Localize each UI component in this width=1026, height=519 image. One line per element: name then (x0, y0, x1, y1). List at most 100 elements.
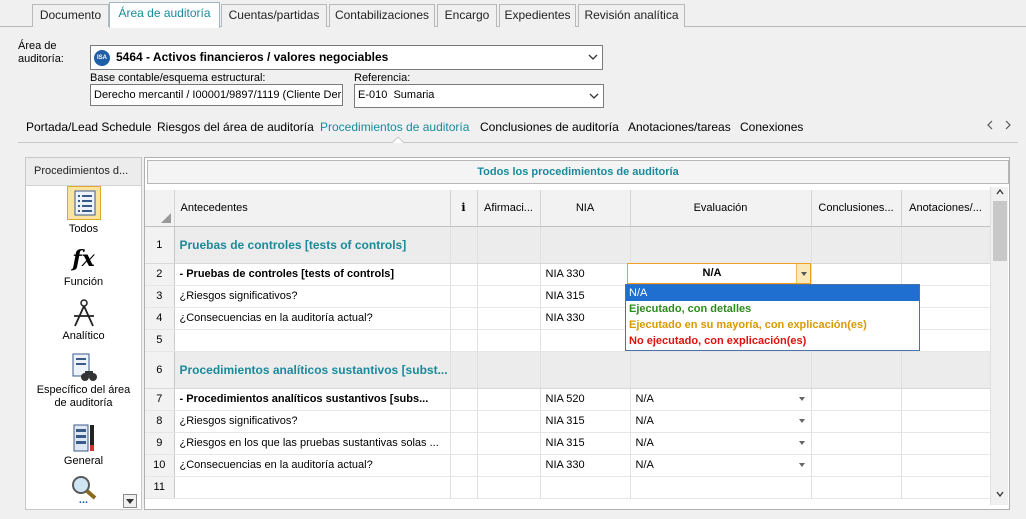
afirmacion-cell[interactable] (477, 351, 541, 389)
sidebar-item-todos[interactable]: Todos (26, 186, 141, 235)
antecedentes-cell[interactable]: - Procedimientos analíticos sustantivos … (174, 388, 451, 411)
col-nia[interactable]: NIA (540, 190, 631, 227)
afirmacion-cell[interactable] (477, 476, 541, 499)
evaluacion-cell[interactable]: N/A (630, 388, 812, 411)
evaluation-dropdown-button[interactable] (796, 264, 810, 283)
antecedentes-cell[interactable]: ¿Consecuencias en la auditoría actual? (174, 307, 451, 330)
conclusiones-cell[interactable] (811, 388, 902, 411)
chevron-down-icon[interactable] (798, 418, 805, 423)
nia-cell[interactable]: NIA 315 (540, 285, 631, 308)
info-cell[interactable] (450, 388, 478, 411)
info-cell[interactable] (450, 410, 478, 433)
chevron-down-icon[interactable] (798, 440, 805, 445)
subtab-anotaciones[interactable]: Anotaciones/tareas (628, 120, 731, 134)
conclusiones-cell[interactable] (811, 476, 902, 499)
col-conclusiones[interactable]: Conclusiones... (811, 190, 902, 227)
antecedentes-cell[interactable]: ¿Riesgos significativos? (174, 285, 451, 308)
tab-revision-analitica[interactable]: Revisión analítica (578, 4, 685, 27)
dropdown-option[interactable]: N/A (626, 285, 919, 301)
dropdown-option[interactable]: Ejecutado, con detalles (626, 301, 919, 317)
anotaciones-cell[interactable] (901, 226, 991, 264)
info-cell[interactable] (450, 476, 478, 499)
nia-cell[interactable]: NIA 520 (540, 388, 631, 411)
scroll-right-icon[interactable] (1004, 120, 1012, 130)
antecedentes-cell[interactable]: Pruebas de controles [tests of controls] (174, 226, 451, 264)
afirmacion-cell[interactable] (477, 410, 541, 433)
evaluacion-cell[interactable] (630, 351, 812, 389)
antecedentes-cell[interactable]: ¿Riesgos en los que las pruebas sustanti… (174, 432, 451, 455)
chevron-down-icon[interactable] (798, 462, 805, 467)
afirmacion-cell[interactable] (477, 263, 541, 286)
anotaciones-cell[interactable] (901, 410, 991, 433)
chevron-down-icon[interactable] (798, 396, 805, 401)
dropdown-option[interactable]: Ejecutado en su mayoría, con explicación… (626, 317, 919, 333)
sidebar-expand-button[interactable] (123, 494, 137, 508)
sidebar-item-funcion[interactable]: fx Función (26, 244, 141, 288)
chevron-up-icon[interactable] (996, 189, 1004, 195)
tab-expedientes[interactable]: Expedientes (499, 4, 576, 27)
anotaciones-cell[interactable] (901, 476, 991, 499)
subtab-portada[interactable]: Portada/Lead Schedule (26, 120, 151, 134)
evaluacion-cell[interactable]: N/A (630, 454, 812, 477)
evaluacion-cell[interactable]: N/A (630, 410, 812, 433)
nia-cell[interactable]: NIA 330 (540, 307, 631, 330)
nia-cell[interactable]: NIA 315 (540, 410, 631, 433)
nia-cell[interactable] (540, 476, 631, 499)
nia-cell[interactable]: NIA 330 (540, 454, 631, 477)
chevron-down-icon[interactable] (996, 491, 1004, 497)
conclusiones-cell[interactable] (811, 263, 902, 286)
sidebar-item-analitico[interactable]: Analítico (26, 298, 141, 342)
antecedentes-cell[interactable] (174, 329, 451, 352)
nia-cell[interactable]: NIA 315 (540, 432, 631, 455)
info-icon[interactable]: i (450, 190, 478, 227)
subtab-riesgos[interactable]: Riesgos del área de auditoría (157, 120, 314, 134)
antecedentes-cell[interactable]: Procedimientos analíticos sustantivos [s… (174, 351, 451, 389)
sidebar-item-especifico[interactable]: Específico del área de auditoría (26, 353, 141, 410)
evaluacion-cell[interactable] (630, 476, 812, 499)
base-field[interactable]: Derecho mercantil / I00001/9897/1119 (Cl… (90, 84, 343, 106)
subtab-conexiones[interactable]: Conexiones (740, 120, 803, 134)
table-row[interactable]: 8 ¿Riesgos significativos? NIA 315 N/A (145, 410, 991, 433)
afirmacion-cell[interactable] (477, 329, 541, 352)
all-procedures-button[interactable]: Todos los procedimientos de auditoría (147, 160, 1009, 184)
col-evaluacion[interactable]: Evaluación (630, 190, 812, 227)
table-row[interactable]: 9 ¿Riesgos en los que las pruebas sustant… (145, 432, 991, 455)
table-row[interactable]: 2- Pruebas de controles [tests of contro… (145, 263, 991, 286)
info-cell[interactable] (450, 454, 478, 477)
antecedentes-cell[interactable]: ¿Consecuencias en la auditoría actual? (174, 454, 451, 477)
scrollbar-thumb[interactable] (993, 201, 1007, 261)
nia-cell[interactable] (540, 226, 631, 264)
info-cell[interactable] (450, 263, 478, 286)
tab-area-auditoria[interactable]: Área de auditoría (109, 2, 220, 28)
subtab-procedimientos[interactable]: Procedimientos de auditoría (320, 120, 469, 134)
nia-cell[interactable]: NIA 330 (540, 263, 631, 286)
table-row[interactable]: 7- Procedimientos analíticos sustantivos… (145, 388, 991, 411)
evaluation-dropdown[interactable]: N/A (627, 263, 811, 284)
conclusiones-cell[interactable] (811, 351, 902, 389)
dropdown-option[interactable]: No ejecutado, con explicación(es) (626, 333, 919, 349)
antecedentes-cell[interactable] (174, 476, 451, 499)
select-all-icon[interactable] (160, 212, 171, 223)
afirmacion-cell[interactable] (477, 432, 541, 455)
info-cell[interactable] (450, 307, 478, 330)
table-row[interactable]: 10 ¿Consecuencias en la auditoría actual?… (145, 454, 991, 477)
antecedentes-cell[interactable]: ¿Riesgos significativos? (174, 410, 451, 433)
info-cell[interactable] (450, 351, 478, 389)
nia-cell[interactable] (540, 329, 631, 352)
afirmacion-cell[interactable] (477, 454, 541, 477)
area-select[interactable]: ISA 5464 - Activos financieros / valores… (90, 45, 603, 70)
afirmacion-cell[interactable] (477, 388, 541, 411)
conclusiones-cell[interactable] (811, 410, 902, 433)
col-afirmacion[interactable]: Afirmaci... (477, 190, 541, 227)
tab-documento[interactable]: Documento (32, 4, 109, 27)
table-row[interactable]: 11 (145, 476, 991, 499)
table-row[interactable]: 6 Procedimientos analíticos sustantivos [… (145, 351, 991, 389)
grid-vertical-scrollbar[interactable] (990, 187, 1008, 505)
subtab-conclusiones[interactable]: Conclusiones de auditoría (480, 120, 619, 134)
conclusiones-cell[interactable] (811, 432, 902, 455)
table-row[interactable]: 1 Pruebas de controles [tests of controls… (145, 226, 991, 264)
col-anotaciones[interactable]: Anotaciones/... (901, 190, 991, 227)
info-cell[interactable] (450, 329, 478, 352)
tab-cuentas-partidas[interactable]: Cuentas/partidas (221, 4, 327, 27)
afirmacion-cell[interactable] (477, 307, 541, 330)
